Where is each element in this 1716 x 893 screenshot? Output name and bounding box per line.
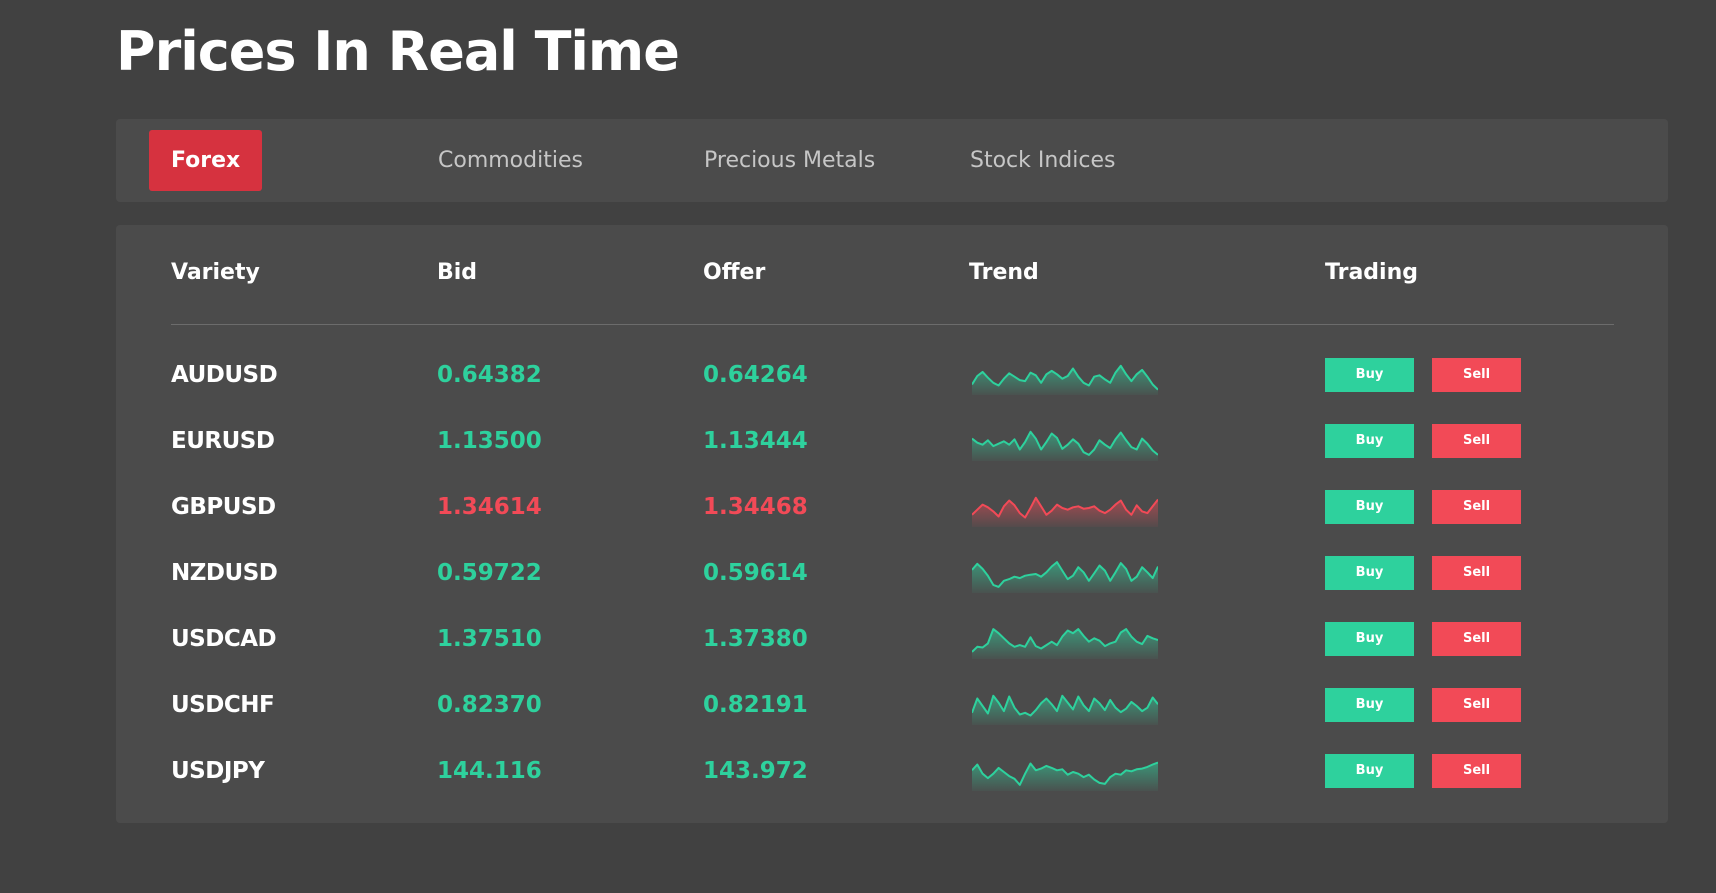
sell-button[interactable]: Sell — [1432, 556, 1521, 590]
sell-button[interactable]: Sell — [1432, 490, 1521, 524]
trend-sparkline — [972, 761, 1158, 791]
trend-sparkline — [972, 561, 1158, 593]
trend-area — [972, 762, 1158, 791]
table-row: USDCAD 1.37510 1.37380 Buy Sell — [116, 606, 1668, 672]
table-row: USDCHF 0.82370 0.82191 Buy Sell — [116, 672, 1668, 738]
column-header-variety: Variety — [171, 260, 260, 285]
bid-cell: 0.64382 — [437, 362, 542, 388]
offer-cell: 0.82191 — [703, 692, 808, 718]
column-header-offer: Offer — [703, 260, 766, 285]
offer-cell: 1.13444 — [703, 428, 808, 454]
column-header-trading: Trading — [1325, 260, 1418, 285]
column-header-bid: Bid — [437, 260, 478, 285]
bid-cell: 1.37510 — [437, 626, 542, 652]
tab-precious-metals[interactable]: Precious Metals — [704, 119, 875, 202]
trend-sparkline — [972, 364, 1158, 395]
bid-cell: 0.82370 — [437, 692, 542, 718]
sell-button[interactable]: Sell — [1432, 358, 1521, 392]
bid-cell: 1.34614 — [437, 494, 542, 520]
column-header-trend: Trend — [969, 260, 1039, 285]
variety-cell: GBPUSD — [171, 494, 276, 520]
buy-button[interactable]: Buy — [1325, 556, 1414, 590]
page-title: Prices In Real Time — [116, 20, 680, 83]
sell-button[interactable]: Sell — [1432, 754, 1521, 788]
buy-button[interactable]: Buy — [1325, 622, 1414, 656]
trend-sparkline — [972, 694, 1158, 725]
buy-button[interactable]: Buy — [1325, 424, 1414, 458]
prices-page: Prices In Real Time Forex Commodities Pr… — [0, 0, 1716, 893]
offer-cell: 0.64264 — [703, 362, 808, 388]
variety-cell: USDCAD — [171, 626, 277, 652]
tab-forex[interactable]: Forex — [149, 130, 263, 191]
market-tabs: Forex Commodities Precious Metals Stock … — [116, 119, 1668, 202]
variety-cell: USDCHF — [171, 692, 275, 718]
variety-cell: AUDUSD — [171, 362, 278, 388]
trend-sparkline — [972, 430, 1158, 461]
offer-cell: 1.37380 — [703, 626, 808, 652]
table-row: AUDUSD 0.64382 0.64264 Buy Sell — [116, 342, 1668, 408]
table-row: EURUSD 1.13500 1.13444 Buy Sell — [116, 408, 1668, 474]
buy-button[interactable]: Buy — [1325, 754, 1414, 788]
tab-stock-indices[interactable]: Stock Indices — [970, 119, 1115, 202]
bid-cell: 0.59722 — [437, 560, 542, 586]
tab-commodities[interactable]: Commodities — [438, 119, 583, 202]
buy-button[interactable]: Buy — [1325, 688, 1414, 722]
variety-cell: EURUSD — [171, 428, 275, 454]
offer-cell: 0.59614 — [703, 560, 808, 586]
offer-cell: 1.34468 — [703, 494, 808, 520]
variety-cell: USDJPY — [171, 758, 265, 784]
buy-button[interactable]: Buy — [1325, 490, 1414, 524]
bid-cell: 144.116 — [437, 758, 542, 784]
variety-cell: NZDUSD — [171, 560, 278, 586]
sell-button[interactable]: Sell — [1432, 424, 1521, 458]
trend-sparkline — [972, 496, 1158, 527]
sell-button[interactable]: Sell — [1432, 688, 1521, 722]
table-row: NZDUSD 0.59722 0.59614 Buy Sell — [116, 540, 1668, 606]
bid-cell: 1.13500 — [437, 428, 542, 454]
offer-cell: 143.972 — [703, 758, 808, 784]
sell-button[interactable]: Sell — [1432, 622, 1521, 656]
header-divider — [171, 324, 1614, 325]
table-row: USDJPY 144.116 143.972 Buy Sell — [116, 738, 1668, 804]
buy-button[interactable]: Buy — [1325, 358, 1414, 392]
prices-table: Variety Bid Offer Trend Trading AUDUSD 0… — [116, 225, 1668, 823]
table-row: GBPUSD 1.34614 1.34468 Buy Sell — [116, 474, 1668, 540]
trend-sparkline — [972, 628, 1158, 659]
